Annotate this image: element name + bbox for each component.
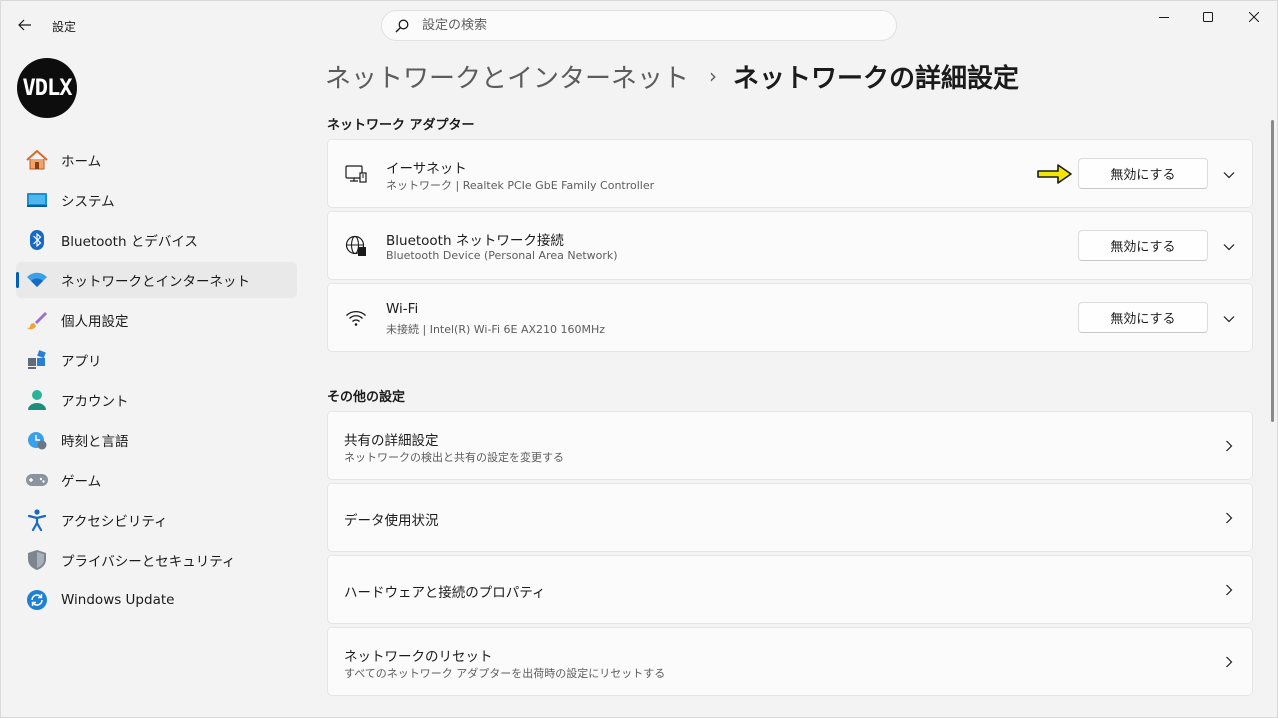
search-input[interactable] <box>422 18 862 33</box>
user-avatar[interactable]: VDLX <box>17 58 77 118</box>
back-button[interactable] <box>10 10 40 40</box>
chevron-right-icon <box>1218 579 1240 601</box>
chevron-right-icon <box>1218 507 1240 529</box>
sidebar-item-label: ネットワークとインターネット <box>61 274 250 290</box>
title-bar: 設定 <box>0 0 1278 48</box>
sidebar-item-gaming[interactable]: ゲーム <box>16 462 297 498</box>
adapter-card-bluetooth[interactable]: Bluetooth ネットワーク接続 Bluetooth Device (Per… <box>327 211 1253 280</box>
account-icon <box>26 389 48 411</box>
sidebar-item-accessibility[interactable]: アクセシビリティ <box>16 502 297 538</box>
sidebar-item-label: システム <box>61 194 115 210</box>
sidebar-item-bluetooth[interactable]: Bluetooth とデバイス <box>16 222 297 258</box>
advanced-sharing-link[interactable]: 共有の詳細設定 ネットワークの検出と共有の設定を変更する <box>327 411 1253 480</box>
adapter-card-ethernet[interactable]: イーサネット ネットワーク | Realtek PCIe GbE Family … <box>327 139 1253 208</box>
sidebar-item-label: アカウント <box>61 394 129 410</box>
system-icon <box>26 189 48 211</box>
close-icon <box>1249 12 1259 22</box>
disable-button[interactable]: 無効にする <box>1078 158 1208 189</box>
sidebar-item-label: Windows Update <box>61 592 175 608</box>
sidebar-item-label: 個人用設定 <box>61 314 129 330</box>
wifi-icon <box>344 306 368 330</box>
sidebar-item-label: アプリ <box>61 354 102 370</box>
chevron-down-icon[interactable] <box>1218 236 1240 258</box>
sidebar-item-home[interactable]: ホーム <box>16 142 297 178</box>
shield-icon <box>26 549 48 571</box>
data-usage-link[interactable]: データ使用状況 <box>327 483 1253 552</box>
chevron-right-icon <box>1218 435 1240 457</box>
brush-icon <box>26 309 48 331</box>
sidebar-item-label: アクセシビリティ <box>61 514 168 530</box>
sidebar-item-label: ゲーム <box>61 474 102 490</box>
page-title: ネットワークの詳細設定 <box>733 63 1020 94</box>
annotation-arrow-icon <box>1037 164 1072 184</box>
sidebar-item-label: ホーム <box>61 154 102 170</box>
app-title: 設定 <box>52 20 77 34</box>
minimize-icon <box>1159 17 1169 18</box>
minimize-button[interactable] <box>1141 0 1187 34</box>
link-title: データ使用状況 <box>344 513 439 529</box>
sidebar-item-windows-update[interactable]: Windows Update <box>16 582 297 618</box>
disable-button[interactable]: 無効にする <box>1078 302 1208 333</box>
sidebar-item-personalization[interactable]: 個人用設定 <box>16 302 297 338</box>
link-subtitle: すべてのネットワーク アダプターを出荷時の設定にリセットする <box>344 667 666 680</box>
breadcrumb-parent[interactable]: ネットワークとインターネット <box>325 58 689 95</box>
adapter-description: Bluetooth Device (Personal Area Network) <box>386 249 618 262</box>
sidebar-item-system[interactable]: システム <box>16 182 297 218</box>
gamepad-icon <box>26 469 48 491</box>
other-settings-section-title: その他の設定 <box>327 390 406 405</box>
disable-button[interactable]: 無効にする <box>1078 230 1208 261</box>
adapter-card-wifi[interactable]: Wi-Fi 未接続 | Intel(R) Wi-Fi 6E AX210 160M… <box>327 283 1253 352</box>
breadcrumb-separator: › <box>709 64 718 88</box>
time-language-icon <box>26 429 48 451</box>
sidebar-item-label: 時刻と言語 <box>61 434 129 450</box>
chevron-right-icon <box>1218 651 1240 673</box>
sidebar-nav: ホーム システム Bluetooth とデバイス ネットワークとインターネット … <box>16 142 297 622</box>
globe-network-icon <box>344 234 368 258</box>
bluetooth-icon <box>26 229 48 251</box>
chevron-down-icon[interactable] <box>1218 164 1240 186</box>
sidebar-item-accounts[interactable]: アカウント <box>16 382 297 418</box>
adapter-name: Bluetooth ネットワーク接続 <box>386 233 564 249</box>
link-subtitle: ネットワークの検出と共有の設定を変更する <box>344 451 564 464</box>
search-box[interactable] <box>381 10 897 41</box>
sidebar-item-label: Bluetooth とデバイス <box>61 234 198 250</box>
apps-icon <box>26 349 48 371</box>
avatar-text: VDLX <box>22 75 73 101</box>
sidebar-item-apps[interactable]: アプリ <box>16 342 297 378</box>
sidebar-item-label: プライバシーとセキュリティ <box>61 554 236 570</box>
sidebar-item-time-language[interactable]: 時刻と言語 <box>16 422 297 458</box>
home-icon <box>26 149 48 171</box>
sidebar-item-network[interactable]: ネットワークとインターネット <box>16 262 297 298</box>
adapter-name: イーサネット <box>386 161 467 177</box>
update-icon <box>26 589 48 611</box>
adapters-section-title: ネットワーク アダプター <box>327 118 475 133</box>
link-title: ネットワークのリセット <box>344 649 493 665</box>
search-icon <box>394 18 410 34</box>
maximize-button[interactable] <box>1185 0 1231 34</box>
sidebar-item-privacy-security[interactable]: プライバシーとセキュリティ <box>16 542 297 578</box>
maximize-icon <box>1203 12 1213 22</box>
link-title: ハードウェアと接続のプロパティ <box>344 585 546 601</box>
chevron-down-icon[interactable] <box>1218 308 1240 330</box>
hardware-properties-link[interactable]: ハードウェアと接続のプロパティ <box>327 555 1253 624</box>
link-title: 共有の詳細設定 <box>344 433 439 449</box>
wifi-icon <box>26 269 48 291</box>
accessibility-icon <box>26 509 48 531</box>
adapter-description: 未接続 | Intel(R) Wi-Fi 6E AX210 160MHz <box>386 323 606 336</box>
scrollbar-thumb[interactable] <box>1271 120 1274 422</box>
close-button[interactable] <box>1231 0 1277 34</box>
back-arrow-icon <box>18 19 31 31</box>
adapter-description: ネットワーク | Realtek PCIe GbE Family Control… <box>386 179 655 192</box>
network-reset-link[interactable]: ネットワークのリセット すべてのネットワーク アダプターを出荷時の設定にリセット… <box>327 627 1253 696</box>
adapter-name: Wi-Fi <box>386 301 419 317</box>
ethernet-icon <box>344 162 368 186</box>
breadcrumb: ネットワークとインターネット › ネットワークの詳細設定 <box>325 58 1019 94</box>
